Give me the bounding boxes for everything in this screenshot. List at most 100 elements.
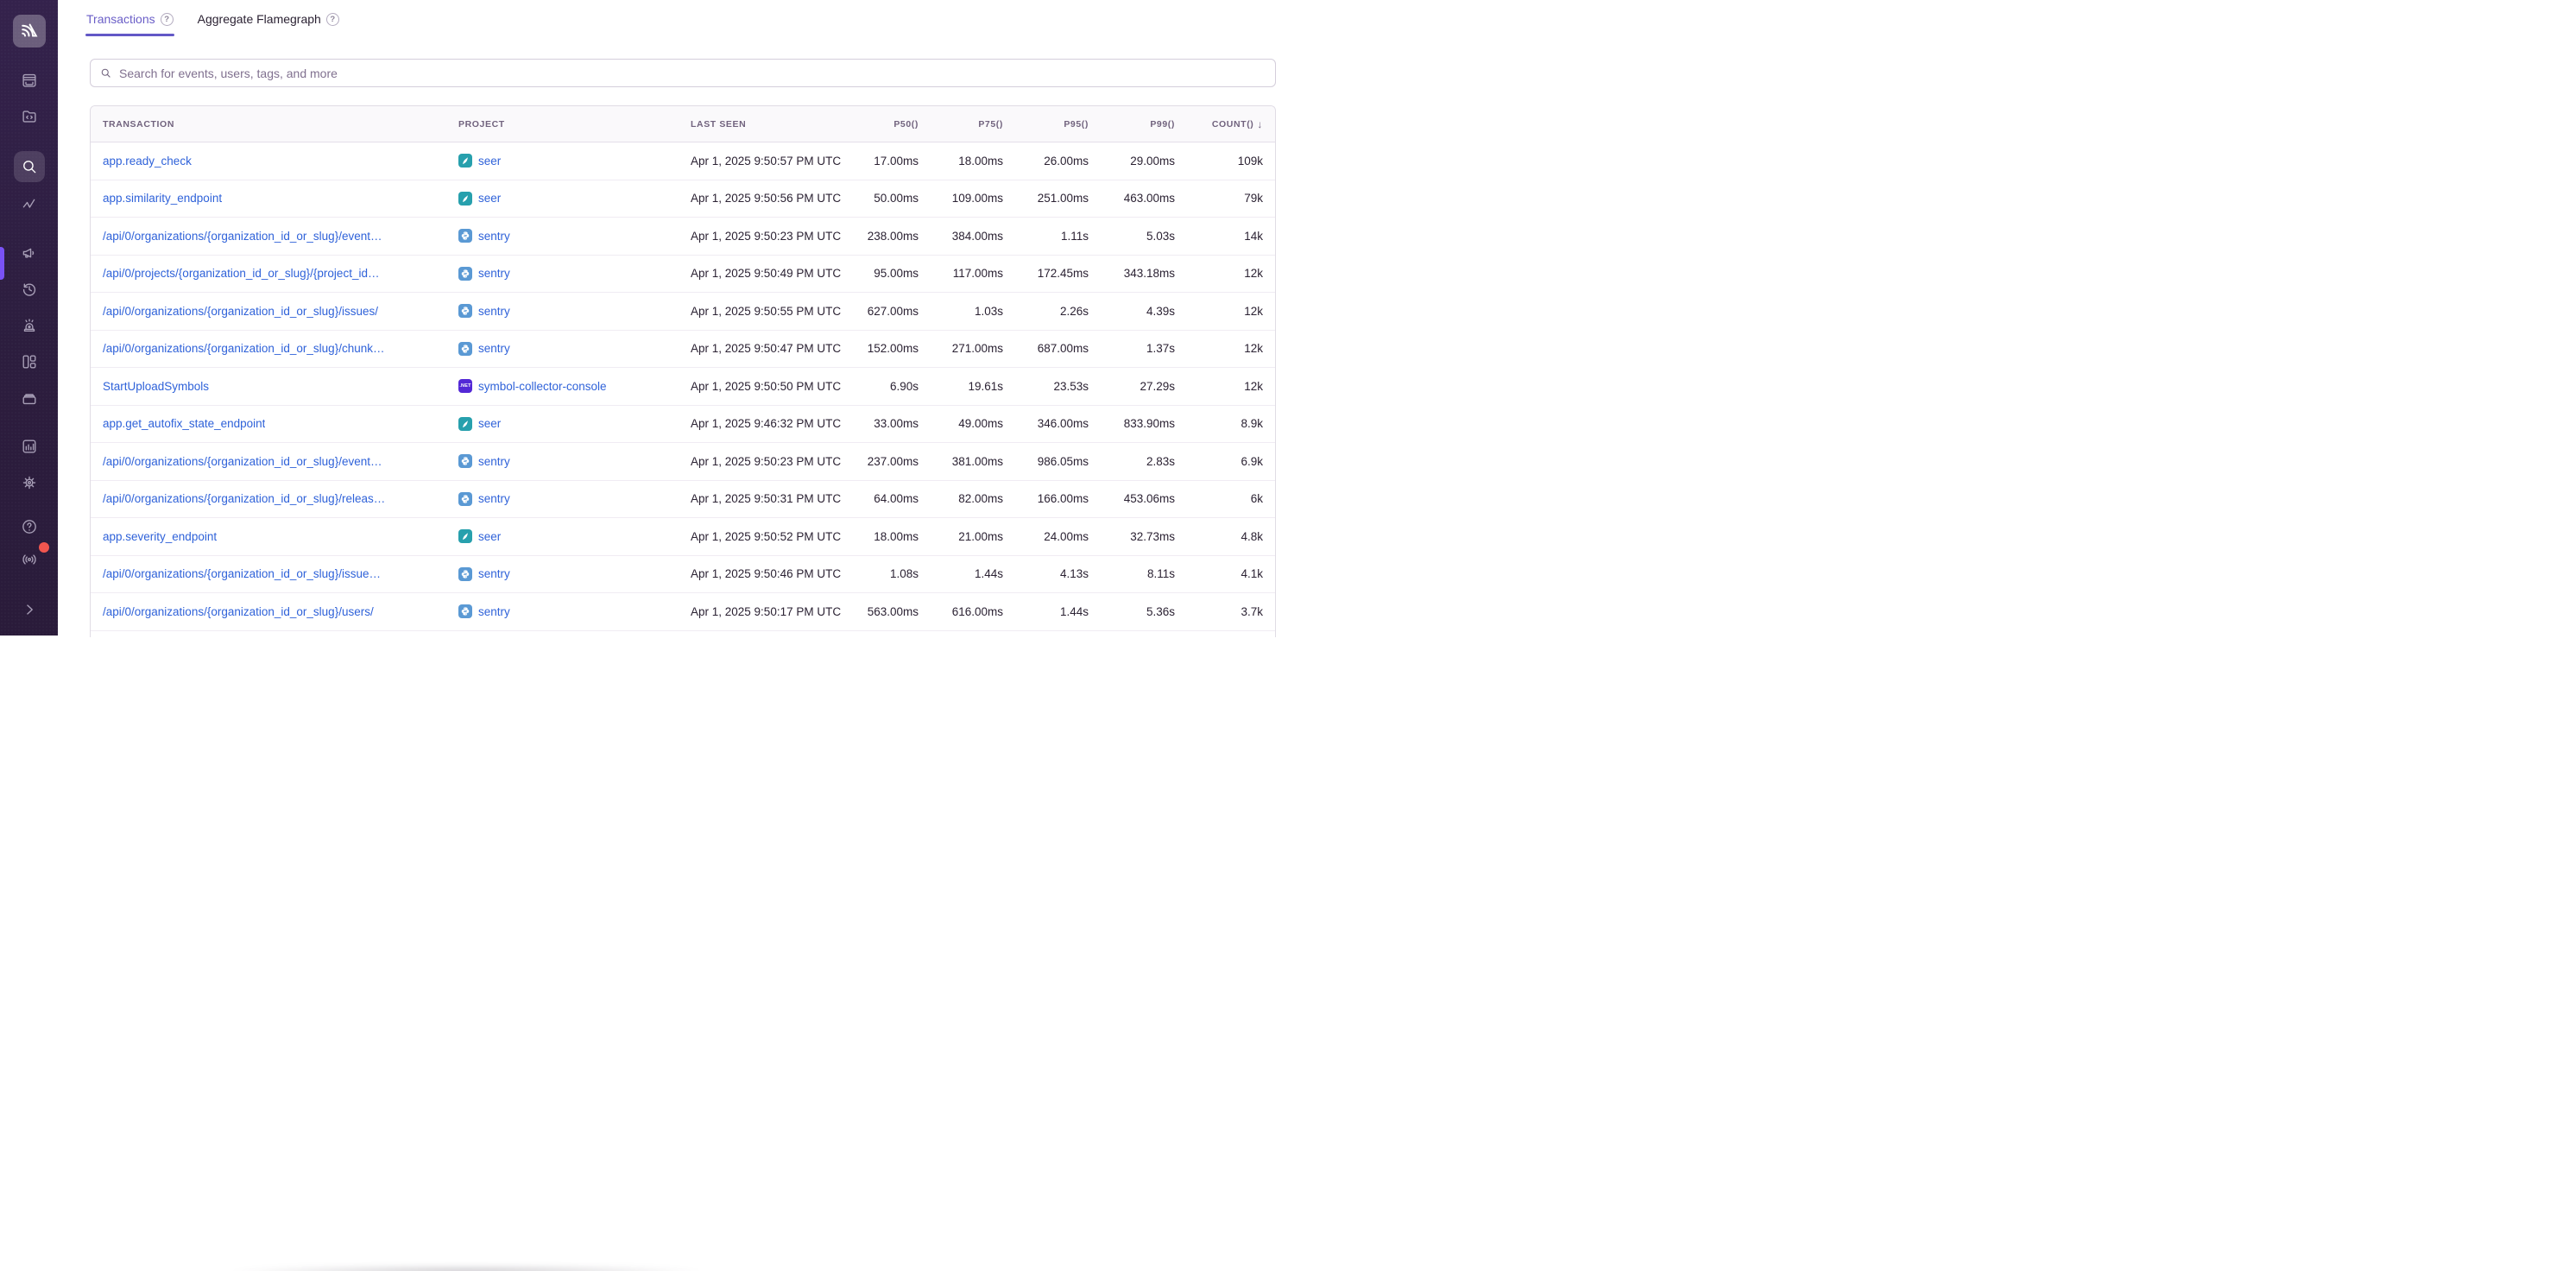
column-header-p50[interactable]: P50() (851, 106, 919, 142)
p99-cell: 4.39s (1089, 293, 1175, 330)
count-cell: 6.9k (1175, 443, 1275, 480)
project-link[interactable]: seer (478, 192, 501, 205)
p95-cell: 687.00ms (1003, 331, 1089, 368)
sidebar-item-whats-new[interactable] (14, 546, 45, 573)
p50-cell: 50.00ms (851, 180, 919, 218)
help-circle-icon[interactable]: ? (161, 13, 174, 26)
last-seen-cell: Apr 1, 2025 9:50:23 PM UTC (679, 218, 851, 255)
column-header-count[interactable]: COUNT()↓ (1175, 106, 1275, 142)
p75-cell: 49.00ms (919, 406, 1003, 443)
project-avatar-icon (458, 154, 472, 168)
count-cell: 14k (1175, 218, 1275, 255)
sidebar-footer (14, 513, 45, 623)
project-link[interactable]: sentry (478, 605, 510, 618)
sidebar-item-stats[interactable] (14, 433, 45, 460)
tab-transactions[interactable]: Transactions ? (85, 10, 174, 36)
column-header-project[interactable]: PROJECT (446, 106, 679, 142)
sidebar-item-explore[interactable] (14, 103, 45, 130)
sidebar-item-settings[interactable] (14, 469, 45, 496)
transaction-link[interactable]: /api/0/organizations/{organization_id_or… (103, 455, 382, 468)
search-bar[interactable] (90, 59, 1276, 87)
project-avatar-icon (458, 567, 472, 581)
sidebar (0, 0, 58, 636)
project-avatar-icon (458, 192, 472, 206)
table-row: /api/0/organizations/{organization_id_or… (91, 593, 1275, 631)
table-row: /api/0/organizations/{organization_id_or… (91, 218, 1275, 256)
sidebar-item-search[interactable] (14, 151, 45, 182)
sidebar-item-help[interactable] (14, 513, 45, 541)
p50-cell: 64.00ms (851, 481, 919, 518)
project-link[interactable]: sentry (478, 267, 510, 280)
column-header-p99[interactable]: P99() (1089, 106, 1175, 142)
p99-cell: 463.00ms (1089, 180, 1175, 218)
project-avatar-icon (458, 529, 472, 543)
collapse-icon (20, 600, 39, 619)
table-row: app.ready_check seer Apr 1, 2025 9:50:57… (91, 142, 1275, 180)
sidebar-item-feedback[interactable] (14, 239, 45, 267)
help-circle-icon[interactable]: ? (326, 13, 339, 26)
sentry-logo[interactable] (13, 15, 46, 47)
column-header-p95[interactable]: P95() (1003, 106, 1089, 142)
transaction-link[interactable]: /api/0/organizations/{organization_id_or… (103, 230, 382, 243)
project-link[interactable]: sentry (478, 455, 510, 468)
project-link[interactable]: sentry (478, 492, 510, 505)
project-link[interactable]: seer (478, 155, 501, 168)
p99-cell: 5.36s (1089, 593, 1175, 630)
last-seen-cell: Apr 1, 2025 9:50:47 PM UTC (679, 331, 851, 368)
column-header-last-seen[interactable]: LAST SEEN (679, 106, 851, 142)
project-avatar-icon (458, 229, 472, 243)
whats-new-icon (20, 550, 39, 569)
sidebar-item-collapse[interactable] (14, 596, 45, 623)
sidebar-item-traces[interactable] (14, 191, 45, 218)
project-link[interactable]: sentry (478, 567, 510, 580)
stats-icon (20, 437, 39, 456)
sidebar-item-alerts[interactable] (14, 312, 45, 339)
project-link[interactable]: sentry (478, 305, 510, 318)
sidebar-item-releases[interactable] (14, 384, 45, 412)
transaction-link[interactable]: app.severity_endpoint (103, 530, 217, 543)
transaction-link[interactable]: app.similarity_endpoint (103, 192, 222, 205)
p75-cell: 19.61s (919, 368, 1003, 405)
project-link[interactable]: symbol-collector-console (478, 380, 607, 393)
table-body: app.ready_check seer Apr 1, 2025 9:50:57… (91, 142, 1275, 631)
project-link[interactable]: sentry (478, 230, 510, 243)
tab-label: Transactions (86, 12, 155, 26)
transaction-link[interactable]: app.ready_check (103, 155, 192, 168)
project-link[interactable]: seer (478, 530, 501, 543)
table-row: app.similarity_endpoint seer Apr 1, 2025… (91, 180, 1275, 218)
p50-cell: 18.00ms (851, 518, 919, 555)
column-header-p75[interactable]: P75() (919, 106, 1003, 142)
last-seen-cell: Apr 1, 2025 9:46:32 PM UTC (679, 406, 851, 443)
p99-cell: 343.18ms (1089, 256, 1175, 293)
count-cell: 4.1k (1175, 556, 1275, 593)
transaction-link[interactable]: /api/0/projects/{organization_id_or_slug… (103, 267, 379, 280)
transaction-link[interactable]: /api/0/organizations/{organization_id_or… (103, 342, 384, 355)
sidebar-item-dashboards[interactable] (14, 348, 45, 376)
count-cell: 12k (1175, 256, 1275, 293)
transaction-link[interactable]: app.get_autofix_state_endpoint (103, 417, 265, 430)
main-content: Transactions ? Aggregate Flamegraph ? TR… (58, 0, 1288, 636)
table-row: /api/0/organizations/{organization_id_or… (91, 293, 1275, 331)
p75-cell: 82.00ms (919, 481, 1003, 518)
sidebar-item-issues[interactable] (14, 66, 45, 94)
p95-cell: 172.45ms (1003, 256, 1089, 293)
p99-cell: 2.83s (1089, 443, 1175, 480)
p75-cell: 1.03s (919, 293, 1003, 330)
project-avatar-icon (458, 604, 472, 618)
p95-cell: 251.00ms (1003, 180, 1089, 218)
p75-cell: 117.00ms (919, 256, 1003, 293)
project-link[interactable]: seer (478, 417, 501, 430)
transaction-link[interactable]: /api/0/organizations/{organization_id_or… (103, 605, 374, 618)
project-link[interactable]: sentry (478, 342, 510, 355)
transaction-link[interactable]: StartUploadSymbols (103, 380, 209, 393)
tab-aggregate-flamegraph[interactable]: Aggregate Flamegraph ? (197, 10, 340, 36)
transaction-link[interactable]: /api/0/organizations/{organization_id_or… (103, 305, 378, 318)
project-avatar-icon (458, 304, 472, 318)
transaction-link[interactable]: /api/0/organizations/{organization_id_or… (103, 567, 381, 580)
p95-cell: 23.53s (1003, 368, 1089, 405)
search-input[interactable] (119, 66, 1266, 80)
sidebar-item-replays[interactable] (14, 275, 45, 303)
transaction-link[interactable]: /api/0/organizations/{organization_id_or… (103, 492, 385, 505)
p95-cell: 166.00ms (1003, 481, 1089, 518)
column-header-transaction[interactable]: TRANSACTION (91, 106, 446, 142)
